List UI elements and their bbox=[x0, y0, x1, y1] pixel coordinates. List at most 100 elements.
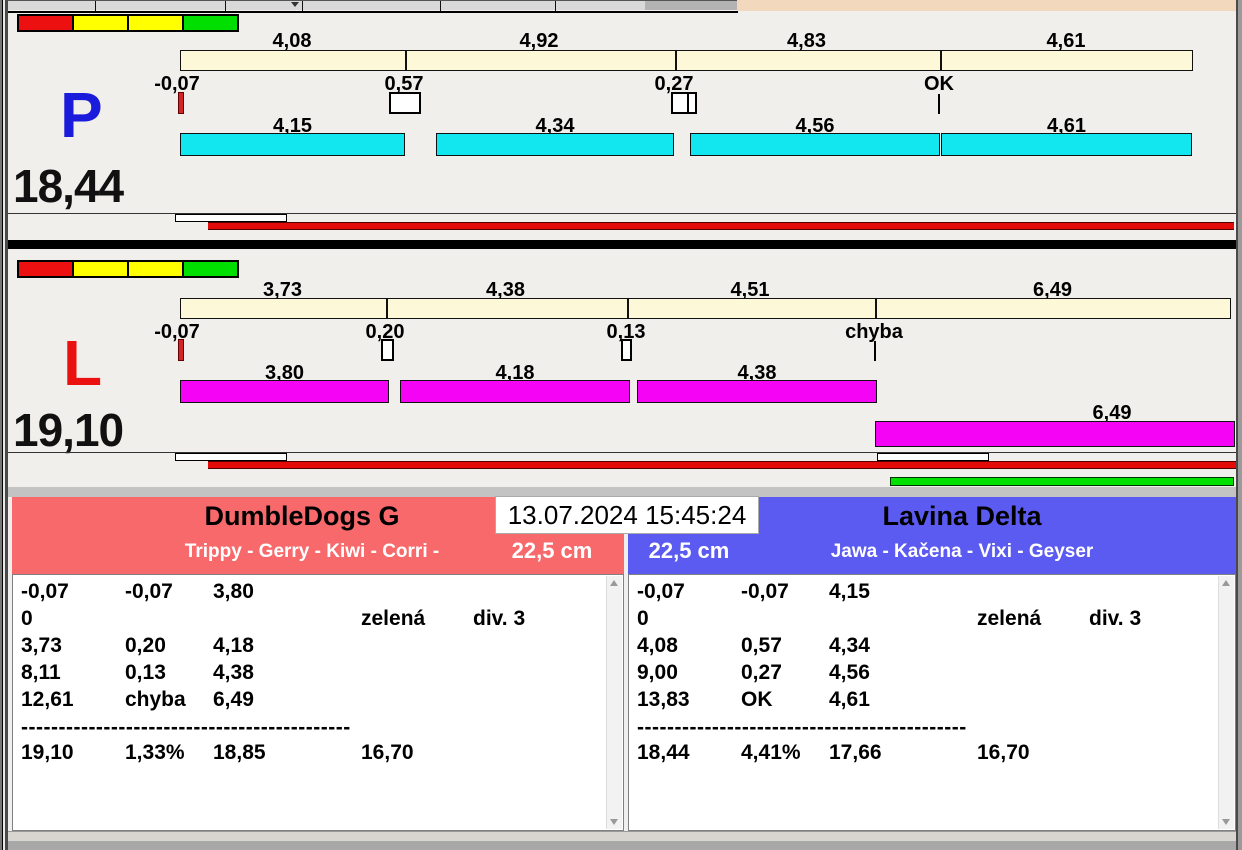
table-row: 8,11 0,13 4,38 bbox=[13, 661, 607, 688]
toolbar-divider bbox=[95, 1, 96, 11]
table-row: -0,07 -0,07 4,15 bbox=[629, 580, 1219, 607]
bottom-window-edge bbox=[0, 841, 1242, 850]
bottom-status-strip bbox=[8, 831, 1236, 841]
cell: -0,07 bbox=[21, 580, 69, 603]
cell: 3,73 bbox=[21, 634, 62, 657]
progress-white-bar bbox=[175, 214, 287, 222]
chevron-down-icon[interactable] bbox=[291, 2, 299, 7]
lane-p-border bbox=[8, 11, 738, 13]
toolbar-spacer bbox=[645, 0, 737, 10]
cell: -0,07 bbox=[741, 580, 789, 603]
split-bar-l bbox=[180, 298, 1231, 319]
changeover-box bbox=[381, 339, 394, 361]
cell: OK bbox=[741, 688, 773, 711]
toolbar-divider bbox=[440, 1, 441, 11]
error-mark bbox=[874, 341, 876, 361]
cell: 4,61 bbox=[829, 688, 870, 711]
team-name-right: Lavina Delta bbox=[882, 501, 1042, 531]
progress-green-bar bbox=[890, 477, 1234, 486]
dog-bar bbox=[941, 133, 1192, 156]
total-net: 18,85 bbox=[213, 741, 266, 764]
team-dogs-right: Jawa - Kačena - Vixi - Geyser bbox=[830, 541, 1094, 562]
lane-l: 3,73 4,38 4,51 6,49 -0,07 0,20 0,13 chyb… bbox=[8, 249, 1236, 487]
lane-letter-l: L bbox=[63, 327, 103, 399]
start-mark bbox=[178, 92, 184, 114]
top-toolbar[interactable] bbox=[8, 0, 645, 11]
total-net: 17,66 bbox=[829, 741, 882, 764]
table-row: 3,73 0,20 4,18 bbox=[13, 634, 607, 661]
results-table-right: -0,07 -0,07 4,15 0 zelená div. 3 4,08 0,… bbox=[628, 574, 1236, 831]
lane-total-l: 19,10 bbox=[13, 404, 124, 456]
flyball-timing-window: 4,08 4,92 4,83 4,61 -0,07 0,57 0,27 OK 4… bbox=[0, 0, 1242, 850]
cell: 9,00 bbox=[637, 661, 678, 684]
total-pct: 1,33% bbox=[125, 741, 185, 764]
lane-divider bbox=[8, 240, 1236, 249]
cell: div. 3 bbox=[1089, 607, 1142, 630]
window-left-edge bbox=[0, 0, 8, 850]
table-divider: ----------------------------------------… bbox=[637, 716, 967, 739]
scroll-down-icon[interactable] bbox=[1222, 819, 1230, 825]
jump-height-right: 22,5 cm bbox=[648, 538, 730, 563]
cell: 3,80 bbox=[213, 580, 254, 603]
split-divider bbox=[675, 51, 677, 70]
cell: 4,38 bbox=[213, 661, 254, 684]
lane-total-p: 18,44 bbox=[13, 160, 124, 212]
total-time: 19,10 bbox=[21, 741, 74, 764]
dog-bar bbox=[400, 380, 630, 403]
changeover-box bbox=[621, 339, 632, 361]
light-red bbox=[17, 14, 74, 32]
progress-red-bar bbox=[208, 222, 1234, 230]
scroll-up-icon[interactable] bbox=[1222, 580, 1230, 586]
results-table-left: -0,07 -0,07 3,80 0 zelená div. 3 3,73 0,… bbox=[12, 574, 624, 831]
dog-bar bbox=[436, 133, 674, 156]
table-row: 9,00 0,27 4,56 bbox=[629, 661, 1219, 688]
light-red bbox=[17, 260, 74, 278]
scroll-down-icon[interactable] bbox=[610, 819, 618, 825]
scroll-up-icon[interactable] bbox=[610, 580, 618, 586]
cell: 6,49 bbox=[213, 688, 254, 711]
cell: 0,13 bbox=[125, 661, 166, 684]
table-row: -0,07 -0,07 3,80 bbox=[13, 580, 607, 607]
changeover-box bbox=[671, 92, 697, 114]
loss-label: OK bbox=[924, 73, 954, 95]
cell: zelená bbox=[361, 607, 426, 630]
split-divider bbox=[386, 299, 388, 318]
progress-white-bar bbox=[175, 453, 287, 461]
scrollbar[interactable] bbox=[1218, 576, 1234, 829]
split-divider bbox=[405, 51, 407, 70]
jump-height-left: 22,5 cm bbox=[511, 538, 593, 563]
split-divider bbox=[940, 51, 942, 70]
light-yellow-1 bbox=[72, 14, 129, 32]
changeover-box-divider bbox=[687, 94, 689, 112]
cell: 0 bbox=[637, 607, 649, 630]
progress-red-bar bbox=[208, 461, 1236, 469]
ok-mark bbox=[938, 94, 940, 114]
scrollbar[interactable] bbox=[606, 576, 622, 829]
table-row: 0 zelená div. 3 bbox=[13, 607, 607, 634]
window-right-edge bbox=[1236, 0, 1242, 850]
loss-label: -0,07 bbox=[154, 73, 200, 95]
total-pct: 4,41% bbox=[741, 741, 801, 764]
dog-bar bbox=[690, 133, 940, 156]
total-time: 18,44 bbox=[637, 741, 690, 764]
lane-letter-p: P bbox=[60, 79, 103, 151]
table-divider: ----------------------------------------… bbox=[21, 716, 351, 739]
cell: 12,61 bbox=[21, 688, 74, 711]
table-row: 4,08 0,57 4,34 bbox=[629, 634, 1219, 661]
dog-bar bbox=[180, 133, 405, 156]
light-yellow-1 bbox=[72, 260, 129, 278]
start-mark bbox=[178, 339, 184, 361]
cell: 4,34 bbox=[829, 634, 870, 657]
cell: zelená bbox=[977, 607, 1042, 630]
cell: 0,57 bbox=[741, 634, 782, 657]
cell: -0,07 bbox=[125, 580, 173, 603]
cell: 0,27 bbox=[741, 661, 782, 684]
cell: 4,15 bbox=[829, 580, 870, 603]
dog-bar bbox=[637, 380, 877, 403]
cell: -0,07 bbox=[637, 580, 685, 603]
changeover-box bbox=[389, 92, 421, 114]
toolbar-divider bbox=[302, 1, 303, 11]
dog-bar bbox=[180, 380, 389, 403]
cell: 4,56 bbox=[829, 661, 870, 684]
light-yellow-2 bbox=[127, 14, 184, 32]
